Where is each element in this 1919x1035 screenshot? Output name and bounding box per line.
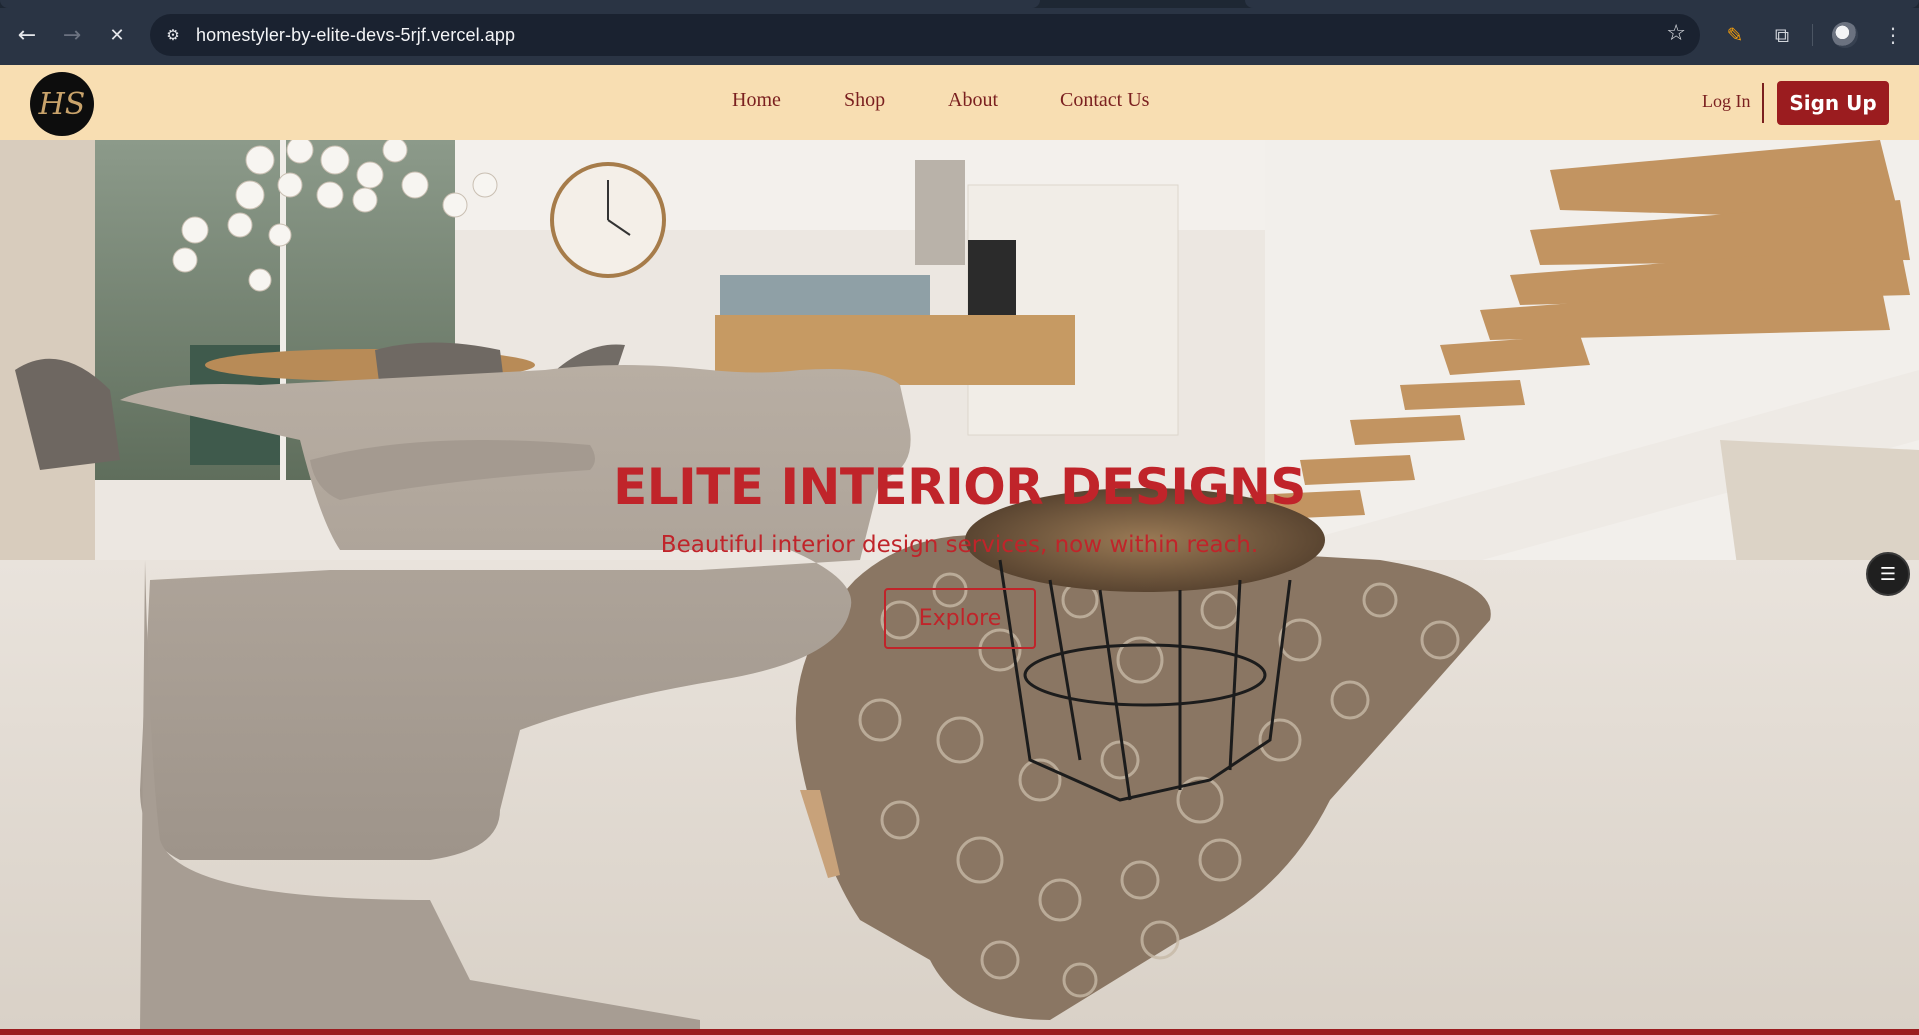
hero-title: ELITE INTERIOR DESIGNS	[613, 458, 1306, 516]
explore-button[interactable]: Explore	[884, 588, 1036, 649]
accessibility-widget-icon[interactable]: ☰	[1866, 552, 1910, 596]
nav-link-about[interactable]: About	[948, 89, 998, 112]
site-info-icon[interactable]: ⚙	[162, 24, 184, 46]
tab-strip	[0, 0, 1919, 8]
toolbar-divider	[1812, 24, 1813, 46]
address-bar[interactable]: ⚙ homestyler-by-elite-devs-5rjf.vercel.a…	[150, 14, 1700, 56]
hero-section: ELITE INTERIOR DESIGNS Beautiful interio…	[0, 140, 1919, 1029]
forward-icon[interactable]: →	[57, 20, 87, 50]
footer-accent-bar	[0, 1029, 1919, 1035]
logo[interactable]: HS	[30, 72, 94, 136]
url-text[interactable]: homestyler-by-elite-devs-5rjf.vercel.app	[196, 25, 515, 46]
browser-toolbar: ← → ✕ ⚙ homestyler-by-elite-devs-5rjf.ve…	[0, 0, 1919, 65]
hero-background-image	[0, 140, 1919, 1029]
active-tab-edge	[0, 0, 1040, 8]
extensions-icon[interactable]: ⧉	[1767, 20, 1797, 50]
nav-link-home[interactable]: Home	[732, 89, 781, 112]
bookmark-star-icon[interactable]: ☆	[1666, 21, 1686, 46]
tab-edge	[1245, 0, 1919, 8]
site-navbar: HS Home Shop About Contact Us Log In Sig…	[0, 65, 1919, 140]
login-link[interactable]: Log In	[1702, 91, 1751, 112]
pen-icon[interactable]: ✎	[1720, 20, 1750, 50]
browser-menu-icon[interactable]: ⋮	[1878, 20, 1908, 50]
nav-divider	[1762, 83, 1764, 123]
profile-avatar[interactable]	[1832, 22, 1858, 48]
back-icon[interactable]: ←	[12, 20, 42, 50]
hero-subtitle: Beautiful interior design services, now …	[660, 532, 1259, 558]
stop-loading-icon[interactable]: ✕	[102, 20, 132, 50]
signup-button[interactable]: Sign Up	[1777, 81, 1889, 125]
nav-link-shop[interactable]: Shop	[844, 89, 885, 112]
nav-link-contact[interactable]: Contact Us	[1060, 89, 1149, 112]
